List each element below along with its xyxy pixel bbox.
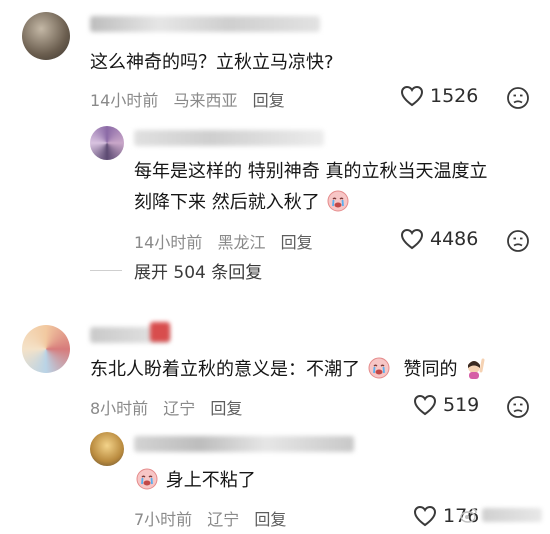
comment-text: 刻降下来 然后就入秋了 xyxy=(134,192,320,213)
comment-time: 7小时前 xyxy=(134,510,193,529)
comment-text-part-1: 东北人盼着立秋的意义是：不潮了 xyxy=(90,359,360,380)
comment-text: 东北人盼着立秋的意义是：不潮了 赞同的 xyxy=(90,355,489,385)
comment-meta: 7小时前 辽宁 回复 xyxy=(134,506,296,530)
like-button[interactable]: 4486 xyxy=(400,228,478,250)
watermark xyxy=(460,507,542,523)
comment-text: 这么神奇的吗？立秋立马凉快? xyxy=(90,52,334,73)
comment-location: 马来西亚 xyxy=(173,91,238,110)
comment-meta: 14小时前 马来西亚 回复 xyxy=(90,87,295,111)
reply-button[interactable]: 回复 xyxy=(210,399,242,418)
woman-raising-hand-emoji xyxy=(468,358,485,379)
comment-text-body: 身上不粘了 xyxy=(165,470,256,491)
comment-text-line-2: 刻降下来 然后就入秋了 xyxy=(134,188,351,218)
avatar[interactable] xyxy=(90,432,124,466)
comment-location: 黑龙江 xyxy=(217,233,266,252)
expand-replies-label: 展开 504 条回复 xyxy=(134,263,263,283)
crying-face-emoji xyxy=(368,357,390,379)
crying-face-emoji xyxy=(136,468,158,490)
comment-time: 14小时前 xyxy=(134,233,203,252)
comment-location: 辽宁 xyxy=(163,399,196,418)
avatar[interactable] xyxy=(22,325,70,373)
comment-text-line-1: 每年是这样的 特别神奇 真的立秋当天温度立 xyxy=(134,161,488,182)
comment-meta: 8小时前 辽宁 回复 xyxy=(90,395,252,419)
comment-time: 8小时前 xyxy=(90,399,149,418)
comment-text: 身上不粘了 xyxy=(134,466,256,496)
heart-outline-icon xyxy=(400,85,424,107)
avatar[interactable] xyxy=(22,12,70,60)
like-count: 519 xyxy=(443,394,480,416)
reply-button[interactable]: 回复 xyxy=(253,91,285,110)
comment-meta: 14小时前 黑龙江 回复 xyxy=(134,229,323,253)
comment-location: 辽宁 xyxy=(207,510,240,529)
username-blurred[interactable] xyxy=(90,16,320,32)
divider-line xyxy=(90,270,122,271)
comment-text-part-2: 赞同的 xyxy=(403,359,458,380)
username-blurred[interactable] xyxy=(134,436,354,452)
username-blurred[interactable] xyxy=(134,130,324,146)
username-badge-blurred xyxy=(150,322,170,342)
reply-button[interactable]: 回复 xyxy=(254,510,286,529)
heart-outline-icon xyxy=(413,505,437,527)
like-count: 4486 xyxy=(430,228,479,250)
expand-replies-button[interactable]: 展开 504 条回复 xyxy=(90,258,262,283)
reply-button[interactable]: 回复 xyxy=(281,233,313,252)
heart-outline-icon xyxy=(400,228,424,250)
crying-face-emoji xyxy=(327,190,349,212)
watermark-text-blurred xyxy=(482,508,542,522)
frown-face-icon[interactable] xyxy=(506,86,530,110)
heart-outline-icon xyxy=(413,394,437,416)
avatar[interactable] xyxy=(90,126,124,160)
weibo-logo-icon xyxy=(460,508,477,523)
like-count: 1526 xyxy=(430,85,479,107)
like-button[interactable]: 519 xyxy=(413,394,479,416)
frown-face-icon[interactable] xyxy=(506,229,530,253)
frown-face-icon[interactable] xyxy=(506,395,530,419)
comment-time: 14小时前 xyxy=(90,91,159,110)
like-button[interactable]: 1526 xyxy=(400,85,478,107)
